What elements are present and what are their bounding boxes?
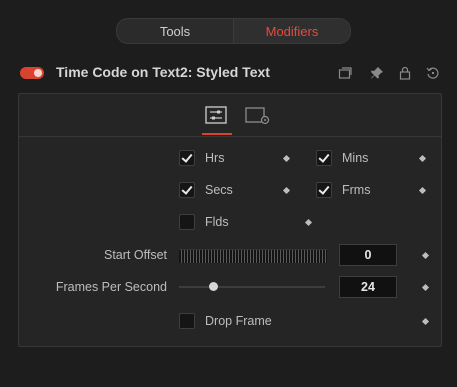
drop-frame-keyframe-dot[interactable]: [421, 317, 430, 326]
tool-enable-toggle[interactable]: [20, 67, 44, 79]
drop-frame-checkbox[interactable]: [179, 313, 195, 329]
flds-label: Flds: [205, 215, 229, 229]
hrs-keyframe-dot[interactable]: [282, 154, 291, 163]
start-offset-label: Start Offset: [104, 248, 167, 262]
tool-title: Time Code on Text2: Styled Text: [56, 64, 270, 80]
panel-tabs: [19, 94, 441, 137]
reset-icon[interactable]: [425, 65, 441, 81]
fps-slider-handle[interactable]: [209, 282, 218, 291]
start-offset-input[interactable]: 0: [339, 244, 397, 266]
frms-checkbox[interactable]: [316, 182, 332, 198]
fps-keyframe-dot[interactable]: [421, 283, 430, 292]
hrs-label: Hrs: [205, 151, 225, 165]
fps-label: Frames Per Second: [55, 280, 167, 294]
tool-header: Time Code on Text2: Styled Text: [0, 58, 457, 88]
fps-input[interactable]: 24: [339, 276, 397, 298]
secs-checkbox[interactable]: [179, 182, 195, 198]
mins-label: Mins: [342, 151, 369, 165]
mins-checkbox[interactable]: [316, 150, 332, 166]
secs-label: Secs: [205, 183, 233, 197]
hrs-checkbox[interactable]: [179, 150, 195, 166]
settings-tab[interactable]: [242, 102, 270, 128]
controls-tab[interactable]: [202, 102, 232, 135]
settings-icon: [245, 107, 270, 125]
tab-modifiers[interactable]: Modifiers: [233, 19, 350, 43]
fps-slider-track[interactable]: [179, 286, 325, 288]
tools-modifiers-tabs: Tools Modifiers: [116, 18, 351, 44]
collapse-icon[interactable]: [337, 65, 353, 81]
frms-keyframe-dot[interactable]: [418, 186, 427, 195]
start-offset-keyframe-dot[interactable]: [421, 251, 430, 260]
controls-panel: Hrs Mins Secs Frms Flds Start Offset 0 F…: [18, 93, 442, 347]
lock-icon[interactable]: [397, 65, 413, 81]
tab-tools[interactable]: Tools: [117, 19, 233, 43]
frms-label: Frms: [342, 183, 371, 197]
flds-checkbox[interactable]: [179, 214, 195, 230]
sliders-icon: [205, 106, 227, 124]
inspector-window: Tools Modifiers Time Code on Text2: Styl…: [0, 0, 457, 387]
mins-keyframe-dot[interactable]: [418, 154, 427, 163]
start-offset-thumbwheel[interactable]: [179, 249, 327, 263]
secs-keyframe-dot[interactable]: [282, 186, 291, 195]
drop-frame-label: Drop Frame: [205, 314, 272, 328]
flds-keyframe-dot[interactable]: [304, 218, 313, 227]
pin-icon[interactable]: [369, 65, 385, 81]
